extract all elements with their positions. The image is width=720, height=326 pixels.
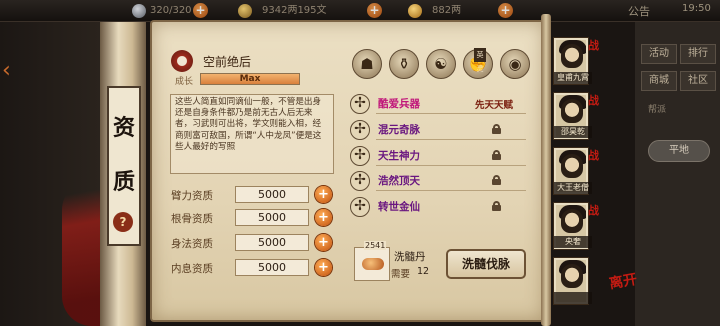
item-name: 洗髓丹 <box>394 251 426 263</box>
talent-slot-icon: ✢ <box>350 146 370 166</box>
attribute-row-agility: 身法资质 5000 + <box>163 233 339 253</box>
growth-bar: Max <box>200 73 300 85</box>
attribute-value: 5000 <box>235 259 309 276</box>
attribute-label: 根骨资质 <box>171 213 213 225</box>
talent-row[interactable]: ✢ 转世金仙 <box>350 197 530 217</box>
talent-row[interactable]: ✢ 天生神力 <box>350 146 530 166</box>
rank-emblem-icon <box>171 50 193 72</box>
add-ingot-button[interactable]: + <box>498 3 513 18</box>
growth-label: 成长 <box>175 77 194 87</box>
attribute-row-constitution: 根骨资质 5000 + <box>163 208 339 228</box>
attribute-plus-button[interactable]: + <box>315 209 332 226</box>
lock-icon <box>492 175 501 185</box>
lock-icon <box>492 124 501 134</box>
add-money-button[interactable]: + <box>367 3 382 18</box>
pot-icon[interactable]: ⚱ <box>389 49 419 79</box>
item-need-label: 需要 <box>391 269 411 280</box>
battle-flag-icon: 战 <box>588 204 599 217</box>
attribute-plus-button[interactable]: + <box>315 186 332 203</box>
money-icon <box>238 4 252 18</box>
talent-row[interactable]: ✢ 混元奇脉 <box>350 120 530 140</box>
talent-name: 天生神力 <box>378 150 420 162</box>
energy-icon <box>132 4 146 18</box>
attribute-plus-button[interactable]: + <box>315 259 332 276</box>
help-icon[interactable]: ? <box>113 212 133 232</box>
item-count: 2541 <box>364 241 387 250</box>
side-button-community[interactable]: 社区 <box>680 71 716 91</box>
pill-icon <box>362 258 384 270</box>
side-small-label: 帮派 <box>648 105 667 115</box>
talent-slot-icon: ✢ <box>350 171 370 191</box>
ingot-value: 882两 <box>432 5 462 16</box>
pot-glyph: ⚱ <box>397 55 411 73</box>
clock-text: 19:50 <box>682 3 711 14</box>
character-name: 大王老僧 <box>554 182 592 194</box>
wash-marrow-button[interactable]: 洗髓伐脉 <box>446 249 526 279</box>
talent-innate-tag: 先天天赋 <box>475 100 514 111</box>
attribute-value: 5000 <box>235 234 309 251</box>
side-pill-button[interactable]: 平地 <box>648 140 710 162</box>
jade-glyph: ◉ <box>508 55 522 73</box>
talent-row[interactable]: ✢ 浩然顶天 <box>350 171 530 191</box>
talent-name: 酷爱兵器 <box>378 98 420 110</box>
attribute-label: 臂力资质 <box>171 190 213 202</box>
yinyang-glyph: ☯ <box>434 55 448 73</box>
talent-name: 转世金仙 <box>378 201 420 213</box>
battle-flag-icon: 战 <box>588 94 599 107</box>
scroll-right-edge <box>541 14 551 326</box>
money-value: 9342两195文 <box>262 5 327 16</box>
tag-char-2: 质 <box>112 169 135 195</box>
back-arrow-icon[interactable]: ‹ <box>2 58 16 88</box>
talent-divider <box>376 165 526 166</box>
attribute-label: 身法资质 <box>171 238 213 250</box>
skill-badge: 英灵 <box>474 48 486 73</box>
qualification-title: 空前绝后 <box>203 55 252 69</box>
attribute-row-strength: 臂力资质 5000 + <box>163 185 339 205</box>
talent-divider <box>376 190 526 191</box>
lock-icon <box>492 150 501 160</box>
battle-flag-icon: 战 <box>588 149 599 162</box>
jade-icon[interactable]: ◉ <box>500 49 530 79</box>
talent-slot-icon: ✢ <box>350 94 370 114</box>
hat-icon[interactable]: ☗ <box>352 49 382 79</box>
ingot-icon <box>408 4 422 18</box>
growth-value: Max <box>239 74 261 84</box>
character-name: 邵昊乾 <box>554 126 592 138</box>
tag-char-1: 资 <box>112 115 135 141</box>
lock-icon <box>492 201 501 211</box>
talent-name: 浩然顶天 <box>378 175 420 187</box>
talent-row[interactable]: ✢ 酷爱兵器 先天天赋 <box>350 94 530 114</box>
right-background <box>635 22 720 326</box>
top-resource-bar: 320/320 + 9342两195文 + 882两 + 公告 19:50 <box>0 0 720 22</box>
attribute-value: 5000 <box>235 209 309 226</box>
talent-divider <box>376 113 526 114</box>
notice-button[interactable]: 公告 <box>628 3 650 19</box>
add-energy-button[interactable]: + <box>193 3 208 18</box>
talent-slot-icon: ✢ <box>350 197 370 217</box>
attribute-value: 5000 <box>235 186 309 203</box>
side-button-shop[interactable]: 商城 <box>641 71 677 91</box>
talent-name: 混元奇脉 <box>378 124 420 136</box>
talent-divider <box>376 139 526 140</box>
leave-stamp[interactable]: 离开 <box>607 269 638 294</box>
character-name: 央奢 <box>554 236 592 248</box>
energy-value: 320/320 <box>150 5 192 16</box>
side-button-ranking[interactable]: 排行 <box>680 44 716 64</box>
side-button-activity[interactable]: 活动 <box>641 44 677 64</box>
qualification-description: 这些人简直如同谪仙一般，不管是出身还是自身条件都乃是前无古人后无来者，习武则可出… <box>170 94 334 174</box>
yinyang-icon[interactable]: ☯ <box>426 49 456 79</box>
character-name: 皇甫九霄 <box>554 72 592 84</box>
item-need-value: 12 <box>417 266 430 277</box>
character-name <box>554 292 592 304</box>
attribute-label: 内息资质 <box>171 263 213 275</box>
attribute-row-breath: 内息资质 5000 + <box>163 258 339 278</box>
battle-flag-icon: 战 <box>588 39 599 52</box>
talent-slot-icon: ✢ <box>350 120 370 140</box>
attribute-plus-button[interactable]: + <box>315 234 332 251</box>
hat-glyph: ☗ <box>360 55 374 73</box>
